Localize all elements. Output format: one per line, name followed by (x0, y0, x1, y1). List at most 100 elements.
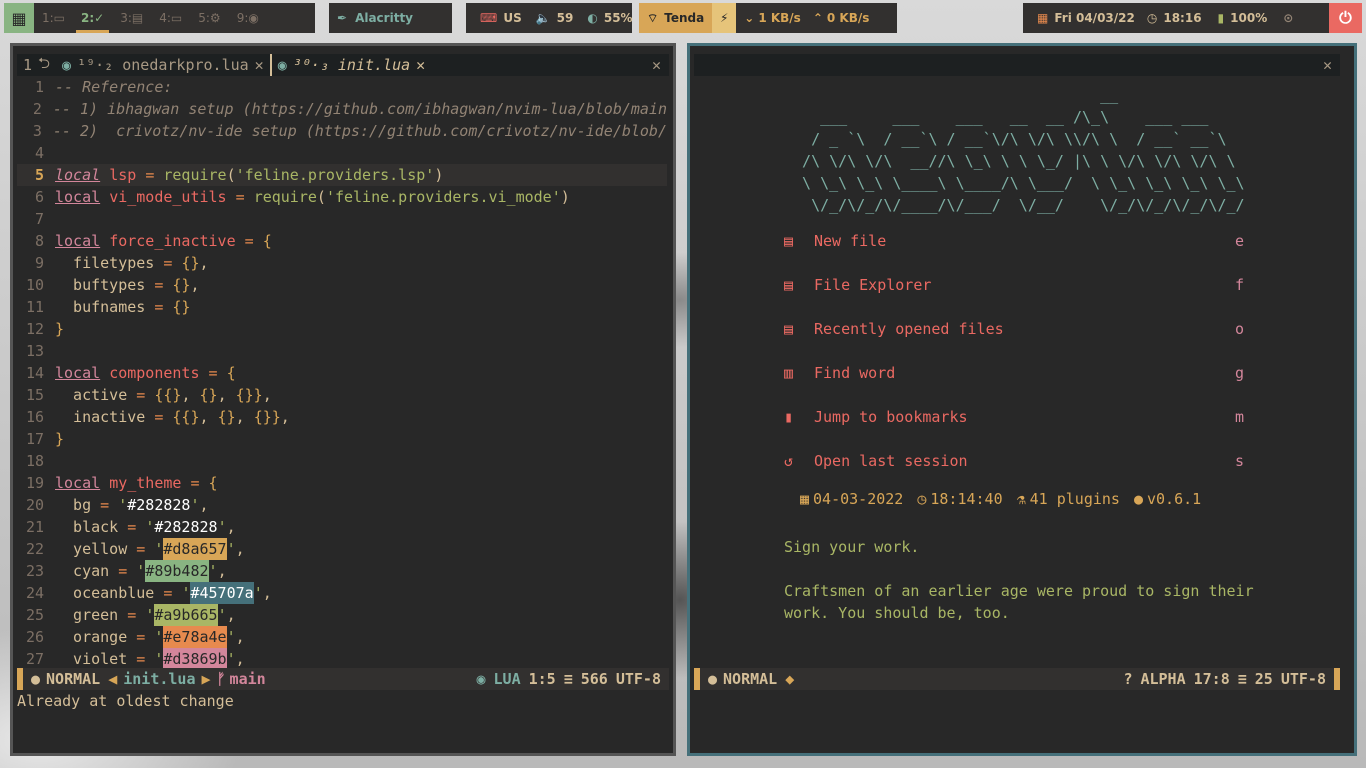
lua-icon: ◉ (277, 56, 287, 74)
help-icon: ? (1123, 670, 1133, 688)
neovim-ascii-logo: __ ___ ___ ___ __ __ /\_\ ___ ___ / _ `\… (802, 86, 1245, 214)
command-line[interactable]: Already at oldest change (17, 692, 234, 710)
system-module: ⌨ US 🔈 59 ◐ 55% (466, 3, 633, 33)
close-all-icon[interactable]: ✕ (652, 56, 669, 74)
network-module: ⌔ Tenda ⚡ ⌄ 1 KB/s ⌃ 0 KB/s (639, 3, 897, 33)
power-icon: ⏻ (1339, 8, 1352, 27)
statusline: ● NORMAL ◀ init.lua ▶ ᚠ main ◉ LUA 1:5 ≡ 5… (17, 668, 669, 690)
last-session-button[interactable]: ↺ Open last session s (784, 450, 1244, 472)
window-title-module: ✒ Alacritty (329, 3, 452, 33)
git-branch: main (229, 670, 266, 688)
cursor-position: 1:5 (528, 670, 556, 688)
info-version: v0.6.1 (1147, 490, 1202, 508)
alert-icon: ● (1133, 490, 1143, 508)
shortcut-key: g (1234, 364, 1244, 382)
vi-mode: NORMAL (46, 670, 101, 688)
menu-arrow-icon[interactable]: ⊙ (1283, 11, 1293, 25)
line-count: 566 (580, 670, 608, 688)
bookmarks-button[interactable]: ▮ Jump to bookmarks m (784, 406, 1244, 428)
bookmark-icon: ▮ (784, 408, 794, 426)
lua-icon: ◉ (62, 56, 72, 74)
tabline: 1 ⮌ ◉ ¹⁹·₂ onedarkpro.lua ✕ ◉ ³⁰·₃ init.lua ✕… (17, 54, 669, 76)
workspace-1[interactable]: 1:▭ (34, 3, 73, 33)
quote-title: Sign your work. (784, 538, 920, 556)
calendar-icon: ▦ (1037, 11, 1049, 25)
buffer-count: 1 ⮌ (17, 54, 56, 76)
clock-icon: ◷ (1146, 11, 1158, 25)
keyboard-icon: ⌨ (480, 11, 498, 25)
workspace-4[interactable]: 4:▭ (151, 3, 190, 33)
date-text[interactable]: Fri 04/03/22 (1054, 11, 1135, 25)
dashboard-info: ▦ 04-03-2022 ◷ 18:14:40 ⚗ 41 plugins ● v0.6.… (800, 490, 1201, 508)
wifi-name: Tenda (664, 11, 705, 25)
line-count: 25 (1254, 670, 1273, 688)
brightness-icon: ◐ (587, 11, 598, 25)
shortcut-key: o (1234, 320, 1244, 338)
tabline: ✕ (694, 54, 1340, 76)
keyboard-layout[interactable]: US (503, 11, 521, 25)
info-time: 18:14:40 (930, 490, 1003, 508)
battery-text: 100% (1230, 11, 1268, 25)
find-word-button[interactable]: ▥ Find word g (784, 362, 1244, 384)
new-file-button[interactable]: ▤ New file e (784, 230, 1244, 252)
close-all-icon[interactable]: ✕ (1323, 56, 1340, 74)
shortcut-key: m (1234, 408, 1244, 426)
close-icon[interactable]: ✕ (416, 56, 425, 74)
encoding: UTF-8 (1280, 670, 1326, 688)
time-text[interactable]: 18:16 (1163, 11, 1201, 25)
volume-icon: 🔈 (535, 11, 551, 25)
file-name: init.lua (123, 670, 196, 688)
dashboard-window[interactable]: ✕ __ ___ ___ ___ __ __ /\_\ ___ ___ / _ … (687, 43, 1357, 756)
filetype: ALPHA (1140, 670, 1186, 688)
feather-icon: ✒ (337, 11, 348, 25)
wifi-icon: ⌔ (647, 10, 659, 25)
workspace-5[interactable]: 5:⚙ (190, 3, 228, 33)
download-icon: ⌄ (744, 11, 755, 25)
editor-window[interactable]: 1 ⮌ ◉ ¹⁹·₂ onedarkpro.lua ✕ ◉ ³⁰·₃ init.lua ✕… (10, 43, 676, 756)
workspace-module: ▦ 1:▭ 2:✓ 3:▤ 4:▭ 5:⚙ 9:◉ (4, 3, 315, 33)
window-title: Alacritty (355, 11, 413, 25)
git-branch-icon: ᚠ (216, 670, 226, 688)
filetype: LUA (493, 670, 521, 688)
volume-value[interactable]: 59 (557, 11, 574, 25)
workspace-3[interactable]: 3:▤ (112, 3, 151, 33)
upload-icon: ⌃ (812, 11, 823, 25)
search-file-icon: ▥ (784, 364, 794, 382)
shortcut-key: e (1234, 232, 1244, 250)
recent-files-button[interactable]: ▤ Recently opened files o (784, 318, 1244, 340)
files-icon: ▤ (784, 276, 794, 294)
vim-icon: ● (708, 670, 718, 688)
workspace-2[interactable]: 2:✓ (73, 3, 112, 33)
list-icon: ≡ (1237, 670, 1247, 688)
upload-speed: 0 KB/s (826, 11, 870, 25)
back-icon[interactable]: ⮌ (38, 53, 50, 78)
vpn-icon[interactable]: ⚡ (712, 3, 737, 33)
date-module: ▦ Fri 04/03/22 ◷ 18:16 ▮ 100% ⊙ (1023, 3, 1329, 33)
calendar-icon: ▦ (800, 490, 810, 508)
info-date: 04-03-2022 (813, 490, 904, 508)
quote-line-1: Craftsmen of an earlier age were proud t… (784, 582, 1254, 600)
wifi-block[interactable]: ⌔ Tenda (639, 3, 713, 33)
list-icon: ≡ (563, 670, 573, 688)
diamond-icon: ◆ (785, 670, 795, 688)
file-explorer-button[interactable]: ▤ File Explorer f (784, 274, 1244, 296)
info-plugins: 41 plugins (1029, 490, 1120, 508)
vi-mode: NORMAL (723, 670, 778, 688)
encoding: UTF-8 (615, 670, 661, 688)
quote-line-2: work. You should be, too. (784, 604, 1010, 622)
brightness-value[interactable]: 55% (604, 11, 633, 25)
power-button[interactable]: ⏻ (1329, 3, 1362, 33)
code-area[interactable]: 1 -- Reference: 2 -- 1) ibhagwan setup (ht… (17, 76, 667, 670)
clock-icon: ◷ (917, 490, 927, 508)
statusline: ● NORMAL ◆ ? ALPHA 17:8 ≡ 25 UTF-8 (694, 668, 1340, 690)
battery-icon: ▮ (1217, 11, 1225, 25)
tab-init-lua[interactable]: ◉ ³⁰·₃ init.lua ✕ (269, 54, 431, 76)
apps-grid-icon[interactable]: ▦ (4, 3, 34, 33)
close-icon[interactable]: ✕ (255, 56, 264, 74)
shortcut-key: s (1234, 452, 1244, 470)
download-speed: 1 KB/s (758, 11, 801, 25)
files-icon: ▤ (784, 320, 794, 338)
tab-onedarkpro[interactable]: ◉ ¹⁹·₂ onedarkpro.lua ✕ (56, 54, 270, 76)
workspace-9[interactable]: 9:◉ (229, 3, 267, 33)
top-bar: ▦ 1:▭ 2:✓ 3:▤ 4:▭ 5:⚙ 9:◉ ✒ Alacritty ⌨ … (0, 0, 1366, 36)
